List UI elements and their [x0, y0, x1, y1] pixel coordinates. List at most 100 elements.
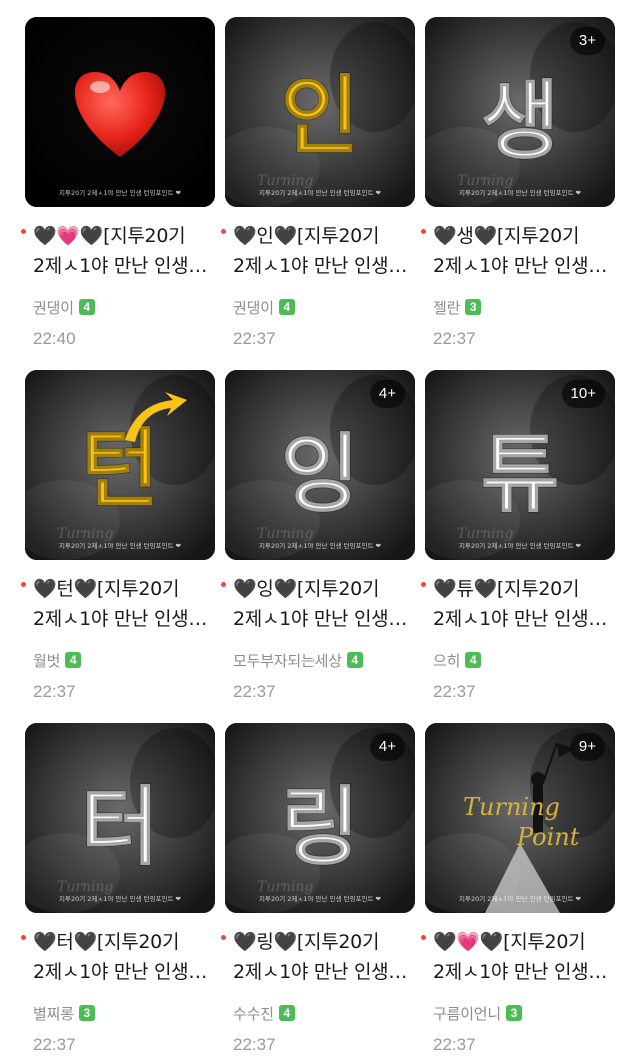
post-title-line2[interactable]: 2제ㅅ1야 만난 인생…	[233, 957, 419, 987]
thumbnail-watermark: Turning	[457, 173, 514, 189]
post-time: 22:37	[433, 329, 476, 348]
post-card[interactable]: 인 Turning 지투20기 2제ㅅ1야 만난 인생 턴잉포인트 ❤ 🖤인🖤[지투…	[221, 17, 415, 349]
post-title[interactable]: 🖤링🖤[지투20기	[233, 927, 419, 957]
post-card[interactable]: 잉 Turning 지투20기 2제ㅅ1야 만난 인생 턴잉포인트 ❤ 4+ 🖤잉🖤…	[221, 370, 415, 702]
post-title-prefix: 🖤턴🖤	[33, 578, 97, 600]
post-thumbnail[interactable]: Turning Point 지투20기 2제ㅅ1야 만난 인생 턴잉포인트 ❤ 9+	[425, 723, 615, 913]
post-thumbnail[interactable]: 턴 Turning 지투20기 2제ㅅ1야 만난 인생 턴잉포인트 ❤	[25, 370, 215, 560]
post-title-line2[interactable]: 2제ㅅ1야 만난 인생…	[433, 957, 619, 987]
post-thumbnail[interactable]: 링 Turning 지투20기 2제ㅅ1야 만난 인생 턴잉포인트 ❤ 4+	[225, 723, 415, 913]
thumbnail-glyph: 잉	[280, 424, 359, 524]
post-time: 22:37	[433, 682, 476, 701]
post-title[interactable]: 🖤인🖤[지투20기	[233, 221, 419, 251]
image-count-badge: 9+	[569, 733, 605, 761]
thumbnail-glyph: 생	[480, 71, 559, 171]
post-author[interactable]: 권댕이	[33, 297, 74, 318]
member-level-badge: 4	[278, 1005, 295, 1021]
new-post-dot-icon	[221, 582, 226, 587]
post-card[interactable]: 터 Turning 지투20기 2제ㅅ1야 만난 인생 턴잉포인트 ❤ 🖤터🖤[지투…	[21, 723, 215, 1055]
post-thumbnail[interactable]: 튜 Turning 지투20기 2제ㅅ1야 만난 인생 턴잉포인트 ❤ 10+	[425, 370, 615, 560]
new-post-dot-icon	[221, 935, 226, 940]
post-title[interactable]: 🖤💗🖤[지투20기	[33, 221, 219, 251]
post-title[interactable]: 🖤💗🖤[지투20기	[433, 927, 619, 957]
post-thumbnail[interactable]: 인 Turning 지투20기 2제ㅅ1야 만난 인생 턴잉포인트 ❤	[225, 17, 415, 207]
post-author[interactable]: 모두부자되는세상	[233, 650, 342, 671]
image-count-badge: 4+	[369, 733, 405, 761]
post-author[interactable]: 구름이언니	[433, 1003, 501, 1024]
member-level-badge: 4	[465, 652, 482, 668]
post-card[interactable]: 생 Turning 지투20기 2제ㅅ1야 만난 인생 턴잉포인트 ❤ 3+ 🖤생🖤…	[421, 17, 615, 349]
post-thumbnail[interactable]: 지투20기 2제ㅅ1야 만난 인생 턴잉포인트 ❤	[25, 17, 215, 207]
new-post-dot-icon	[21, 229, 26, 234]
post-card[interactable]: Turning Point 지투20기 2제ㅅ1야 만난 인생 턴잉포인트 ❤ 9+…	[421, 723, 615, 1055]
thumbnail-watermark: Turning	[457, 526, 514, 542]
post-author[interactable]: 수수진	[233, 1003, 274, 1024]
post-title[interactable]: 🖤잉🖤[지투20기	[233, 574, 419, 604]
post-title-text: [지투20기	[496, 578, 580, 600]
thumbnail-script-subtitle: Point	[516, 823, 580, 851]
post-card[interactable]: 지투20기 2제ㅅ1야 만난 인생 턴잉포인트 ❤ 🖤💗🖤[지투20기 2제ㅅ1…	[21, 17, 215, 349]
post-title-prefix: 🖤터🖤	[33, 931, 97, 953]
thumbnail-caption: 지투20기 2제ㅅ1야 만난 인생 턴잉포인트 ❤	[259, 541, 382, 550]
post-title-line2[interactable]: 2제ㅅ1야 만난 인생…	[233, 251, 419, 281]
post-title-text: [지투20기	[296, 225, 380, 247]
new-post-dot-icon	[421, 582, 426, 587]
post-time: 22:37	[33, 682, 76, 701]
thumbnail-watermark: Turning	[57, 526, 114, 542]
member-level-badge: 4	[278, 299, 295, 315]
post-title-line2[interactable]: 2제ㅅ1야 만난 인생…	[433, 604, 619, 634]
thumbnail-image: 터 Turning지투20기 2제ㅅ1야 만난 인생 턴잉포인트 ❤	[25, 723, 215, 913]
post-card[interactable]: 튜 Turning 지투20기 2제ㅅ1야 만난 인생 턴잉포인트 ❤ 10+ 🖤튜…	[421, 370, 615, 702]
thumbnail-caption: 지투20기 2제ㅅ1야 만난 인생 턴잉포인트 ❤	[459, 894, 582, 903]
new-post-dot-icon	[421, 935, 426, 940]
post-title-prefix: 🖤인🖤	[233, 225, 297, 247]
post-title[interactable]: 🖤튜🖤[지투20기	[433, 574, 619, 604]
post-author[interactable]: 으히	[433, 650, 460, 671]
post-card[interactable]: 링 Turning 지투20기 2제ㅅ1야 만난 인생 턴잉포인트 ❤ 4+ 🖤링🖤…	[221, 723, 415, 1055]
thumbnail-caption: 지투20기 2제ㅅ1야 만난 인생 턴잉포인트 ❤	[59, 541, 182, 550]
post-author[interactable]: 월벗	[33, 650, 60, 671]
post-title-line2[interactable]: 2제ㅅ1야 만난 인생…	[433, 251, 619, 281]
post-title-prefix: 🖤잉🖤	[233, 578, 297, 600]
image-count-badge: 3+	[569, 27, 605, 55]
post-title-text: [지투20기	[496, 225, 580, 247]
post-title[interactable]: 🖤생🖤[지투20기	[433, 221, 619, 251]
post-title-text: [지투20기	[296, 931, 380, 953]
post-thumbnail[interactable]: 잉 Turning 지투20기 2제ㅅ1야 만난 인생 턴잉포인트 ❤ 4+	[225, 370, 415, 560]
new-post-dot-icon	[21, 935, 26, 940]
post-time: 22:40	[33, 329, 76, 348]
post-title[interactable]: 🖤턴🖤[지투20기	[33, 574, 219, 604]
post-author[interactable]: 젤란	[433, 297, 460, 318]
new-post-dot-icon	[21, 582, 26, 587]
post-title[interactable]: 🖤터🖤[지투20기	[33, 927, 219, 957]
post-title-text: [지투20기	[96, 931, 180, 953]
member-level-badge: 3	[78, 1005, 95, 1021]
post-title-line2[interactable]: 2제ㅅ1야 만난 인생…	[233, 604, 419, 634]
thumbnail-caption: 지투20기 2제ㅅ1야 만난 인생 턴잉포인트 ❤	[459, 188, 582, 197]
thumbnail-glyph: 터	[80, 777, 159, 877]
post-thumbnail[interactable]: 생 Turning 지투20기 2제ㅅ1야 만난 인생 턴잉포인트 ❤ 3+	[425, 17, 615, 207]
new-post-dot-icon	[221, 229, 226, 234]
thumbnail-caption: 지투20기 2제ㅅ1야 만난 인생 턴잉포인트 ❤	[59, 894, 182, 903]
post-card[interactable]: 턴 Turning 지투20기 2제ㅅ1야 만난 인생 턴잉포인트 ❤ 🖤턴🖤[지투…	[21, 370, 215, 702]
post-time: 22:37	[33, 1035, 76, 1054]
post-thumbnail[interactable]: 터 Turning 지투20기 2제ㅅ1야 만난 인생 턴잉포인트 ❤	[25, 723, 215, 913]
post-title-line2[interactable]: 2제ㅅ1야 만난 인생…	[33, 251, 219, 281]
post-title-prefix: 🖤생🖤	[433, 225, 497, 247]
post-title-text: [지투20기	[96, 578, 180, 600]
thumbnail-glyph: 튜	[480, 424, 559, 524]
thumbnail-image: 인 Turning지투20기 2제ㅅ1야 만난 인생 턴잉포인트 ❤	[225, 17, 415, 207]
post-title-prefix: 🖤💗🖤	[433, 931, 504, 953]
post-title-text: [지투20기	[296, 578, 380, 600]
thumbnail-script-title: Turning	[463, 793, 560, 821]
thumbnail-glyph: 인	[280, 66, 359, 166]
post-title-text: [지투20기	[103, 225, 186, 247]
image-count-badge: 10+	[561, 380, 605, 408]
post-title-line2[interactable]: 2제ㅅ1야 만난 인생…	[33, 957, 219, 987]
post-time: 22:37	[233, 682, 276, 701]
post-author[interactable]: 별찌롱	[33, 1003, 74, 1024]
thumbnail-caption: 지투20기 2제ㅅ1야 만난 인생 턴잉포인트 ❤	[59, 188, 182, 197]
post-title-line2[interactable]: 2제ㅅ1야 만난 인생…	[33, 604, 219, 634]
post-author[interactable]: 권댕이	[233, 297, 274, 318]
member-level-badge: 3	[465, 299, 482, 315]
